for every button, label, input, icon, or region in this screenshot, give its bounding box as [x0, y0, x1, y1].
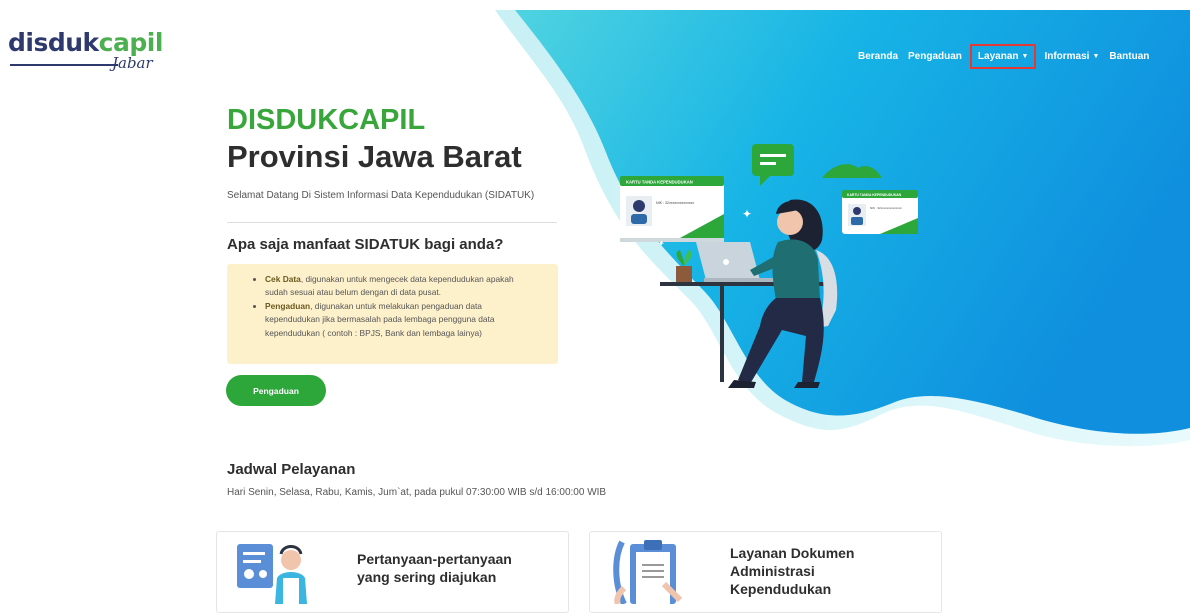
- hero-title: DISDUKCAPIL: [227, 104, 426, 136]
- logo-script: Jabar: [112, 54, 153, 72]
- nav-pengaduan[interactable]: Pengaduan: [908, 51, 962, 62]
- id-card-small: KARTU TANDA KEPENDUDUKAN NIK : 32xxxxxxx…: [842, 190, 918, 234]
- sparkle-icon: ✦: [658, 239, 665, 248]
- schedule-heading: Jadwal Pelayanan: [227, 461, 356, 478]
- nav-beranda[interactable]: Beranda: [858, 51, 898, 62]
- chevron-down-icon: ▼: [1092, 53, 1100, 60]
- svg-text:NIK : 32xxxxxxxxxxxxxx: NIK : 32xxxxxxxxxxxxxx: [870, 206, 902, 210]
- benefits-box: Cek Data, digunakan untuk mengecek data …: [227, 264, 558, 364]
- welcome-text: Selamat Datang Di Sistem Informasi Data …: [227, 190, 535, 201]
- id-card-large: KARTU TANDA KEPENDUDUKAN NIK : 32xxxxxxx…: [620, 176, 724, 242]
- hill-shape: [822, 164, 882, 178]
- schedule-text: Hari Senin, Selasa, Rabu, Kamis, Jum`at,…: [227, 487, 607, 498]
- svg-text:KARTU TANDA KEPENDUDUKAN: KARTU TANDA KEPENDUDUKAN: [847, 193, 902, 197]
- nav-bantuan[interactable]: Bantuan: [1109, 51, 1149, 62]
- hero-background: [495, 10, 1190, 447]
- faq-card[interactable]: Pertanyaan-pertanyaan yang sering diajuk…: [216, 531, 569, 613]
- plant-icon: [676, 250, 692, 282]
- sparkle-icon: ✦: [684, 313, 693, 325]
- benefit-item: Cek Data, digunakan untuk mengecek data …: [265, 273, 538, 300]
- divider: [227, 222, 557, 223]
- hero-illustration: KARTU TANDA KEPENDUDUKAN NIK : 32xxxxxxx…: [620, 144, 918, 388]
- customer-service-icon: [237, 544, 307, 604]
- main-nav: Beranda Pengaduan Layanan ▼ Informasi ▼ Ba…: [858, 44, 1159, 69]
- clipboard-icon: [613, 540, 683, 604]
- nav-layanan[interactable]: Layanan ▼: [969, 44, 1037, 69]
- person-illustration: [728, 199, 824, 388]
- sparkle-icon: ✦: [742, 207, 752, 221]
- chat-bubble-icon: [752, 144, 794, 186]
- admin-docs-card[interactable]: Layanan Dokumen Administrasi Kependuduka…: [589, 531, 942, 613]
- admin-docs-card-title: Layanan Dokumen Administrasi Kependuduka…: [730, 545, 855, 597]
- nav-informasi[interactable]: Informasi ▼: [1044, 51, 1099, 62]
- hero-subtitle: Provinsi Jawa Barat: [227, 139, 522, 174]
- chevron-down-icon: ▼: [1021, 53, 1029, 60]
- svg-text:KARTU TANDA KEPENDUDUKAN: KARTU TANDA KEPENDUDUKAN: [626, 180, 693, 185]
- logo-underline: [10, 64, 118, 66]
- benefits-heading: Apa saja manfaat SIDATUK bagi anda?: [227, 236, 504, 253]
- pengaduan-button[interactable]: Pengaduan: [226, 375, 326, 406]
- site-logo[interactable]: disdukcapil Jabar: [8, 28, 163, 74]
- faq-card-title: Pertanyaan-pertanyaan yang sering diajuk…: [357, 551, 512, 585]
- svg-text:NIK : 32xxxxxxxxxxxxxx: NIK : 32xxxxxxxxxxxxxx: [656, 201, 694, 205]
- benefit-item: Pengaduan, digunakan untuk melakukan pen…: [265, 300, 538, 340]
